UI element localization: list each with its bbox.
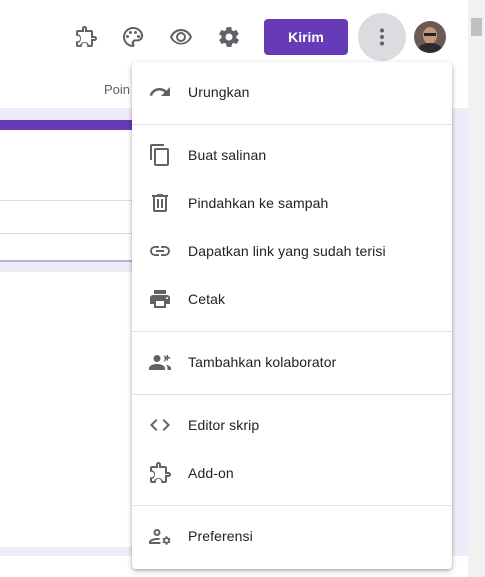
question-card: [0, 272, 134, 547]
settings-button[interactable]: [211, 19, 247, 55]
menu-item-addons[interactable]: Add-on: [132, 449, 452, 497]
menu-item-label: Cetak: [188, 291, 226, 307]
scrollbar[interactable]: [468, 0, 485, 577]
more-vert-icon: [380, 28, 384, 46]
link-icon: [150, 246, 170, 256]
menu-item-add-collaborators[interactable]: Tambahkan kolaborator: [132, 338, 452, 386]
preferences-icon: [149, 529, 171, 545]
menu-separator: [132, 331, 452, 332]
menu-item-label: Add-on: [188, 465, 234, 481]
addon-button[interactable]: [68, 19, 104, 55]
menu-item-label: Urungkan: [188, 84, 250, 100]
menu-item-undo[interactable]: Urungkan: [132, 68, 452, 116]
more-options-menu: Urungkan Buat salinan Pindahkan ke sampa…: [132, 62, 452, 569]
menu-item-print[interactable]: Cetak: [132, 275, 452, 323]
title-card-accent: [0, 120, 134, 130]
menu-item-move-to-trash[interactable]: Pindahkan ke sampah: [132, 179, 452, 227]
tab-points[interactable]: Poin: [104, 82, 130, 97]
copy-icon: [150, 144, 169, 166]
add-people-icon: [149, 355, 171, 370]
menu-separator: [132, 124, 452, 125]
menu-item-prefilled-link[interactable]: Dapatkan link yang sudah terisi: [132, 227, 452, 275]
divider: [0, 233, 134, 234]
preview-icon: [170, 29, 192, 45]
menu-item-label: Tambahkan kolaborator: [188, 354, 337, 370]
code-icon: [150, 419, 170, 431]
send-button[interactable]: Kirim: [264, 19, 348, 55]
avatar-glasses: [424, 33, 436, 36]
avatar-body: [418, 43, 442, 53]
menu-item-make-copy[interactable]: Buat salinan: [132, 131, 452, 179]
avatar[interactable]: [414, 21, 446, 53]
addon-icon: [150, 462, 171, 483]
divider: [0, 260, 134, 262]
palette-icon: [123, 27, 144, 47]
trash-icon: [152, 194, 168, 212]
divider: [0, 200, 134, 201]
scrollbar-thumb[interactable]: [471, 18, 482, 36]
menu-item-label: Preferensi: [188, 528, 253, 544]
addon-icon: [76, 26, 97, 47]
undo-icon: [149, 87, 170, 96]
form-title-card: [0, 120, 134, 262]
settings-icon: [219, 27, 239, 47]
menu-separator: [132, 505, 452, 506]
menu-item-label: Buat salinan: [188, 147, 267, 163]
menu-item-label: Pindahkan ke sampah: [188, 195, 329, 211]
theme-button[interactable]: [115, 19, 151, 55]
menu-item-preferences[interactable]: Preferensi: [132, 512, 452, 560]
menu-item-label: Editor skrip: [188, 417, 260, 433]
menu-item-label: Dapatkan link yang sudah terisi: [188, 243, 386, 259]
menu-separator: [132, 394, 452, 395]
print-icon: [150, 290, 170, 308]
more-options-button[interactable]: [358, 13, 406, 61]
preview-button[interactable]: [163, 19, 199, 55]
menu-item-script-editor[interactable]: Editor skrip: [132, 401, 452, 449]
